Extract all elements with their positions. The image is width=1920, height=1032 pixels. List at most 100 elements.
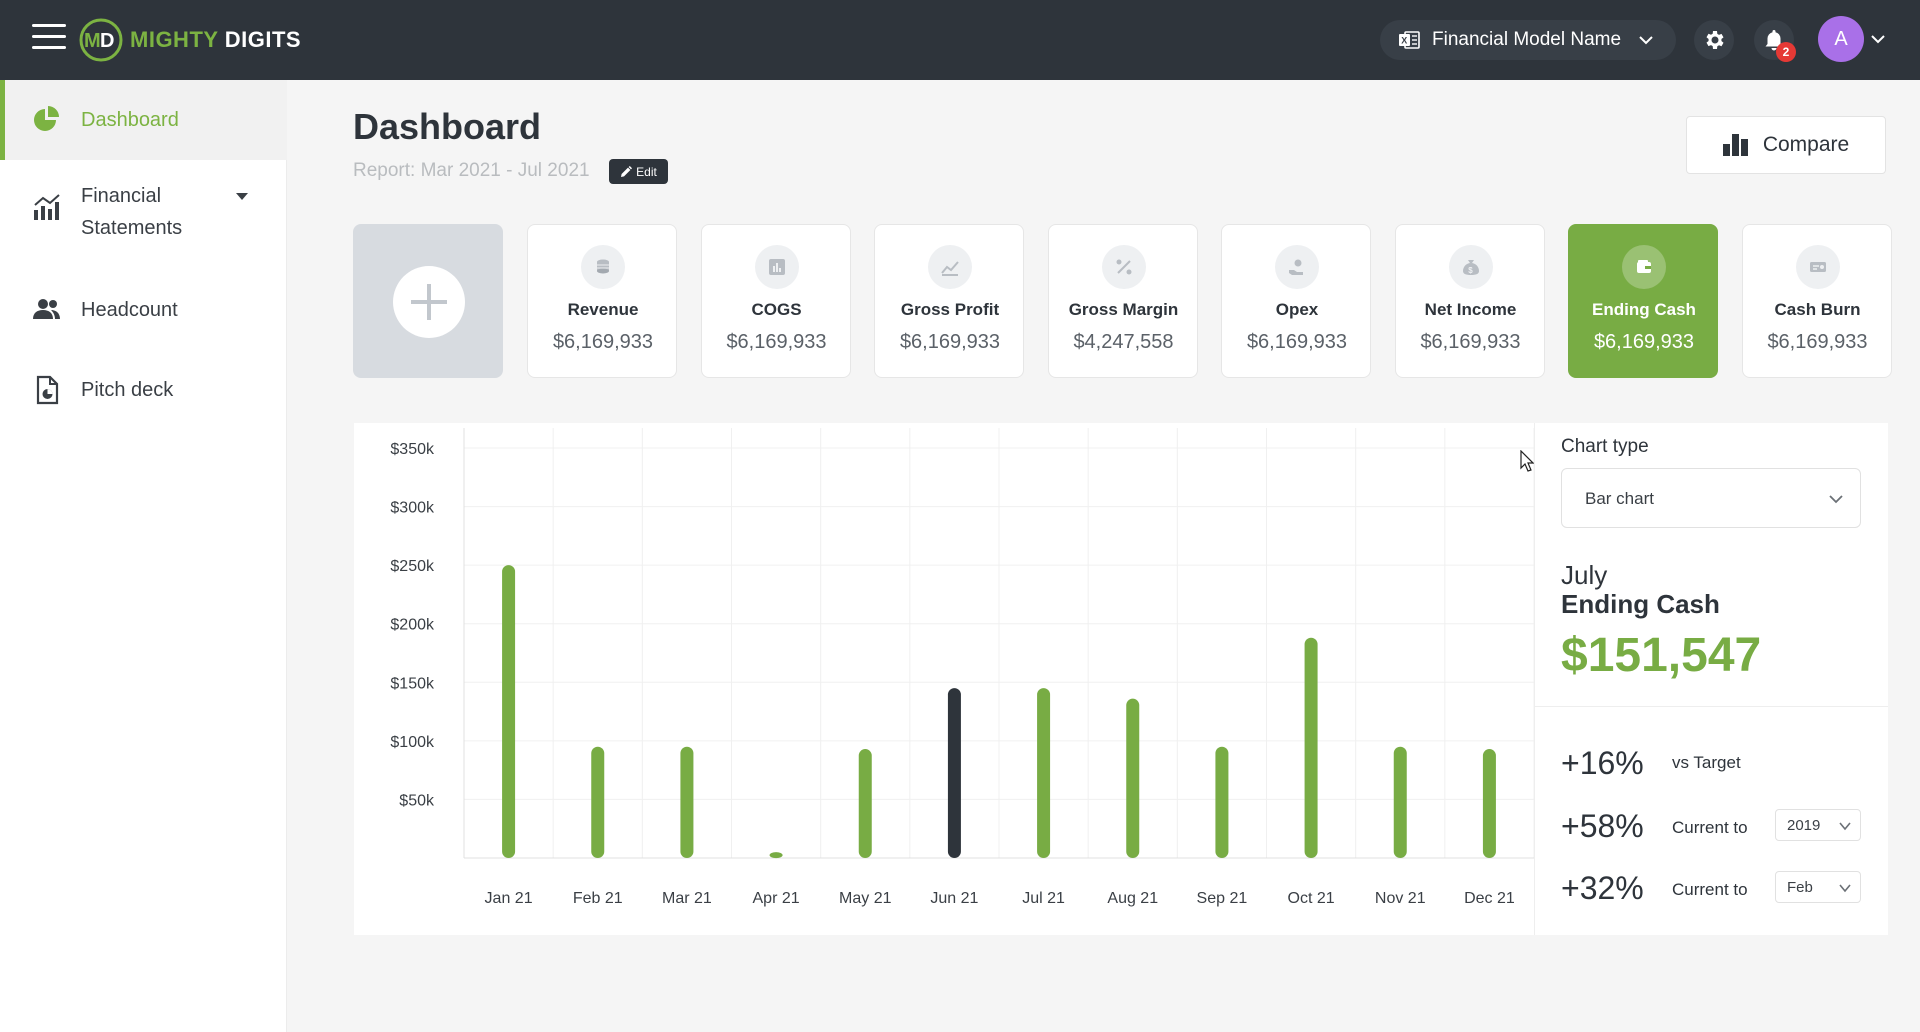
- bar-dec-21[interactable]: [1482, 749, 1496, 858]
- chevron-down-icon[interactable]: [1870, 32, 1886, 46]
- divider: [1535, 706, 1888, 707]
- chart-square-icon: [754, 245, 799, 289]
- y-tick-label: $150k: [390, 675, 435, 692]
- menu-icon[interactable]: [32, 24, 66, 54]
- y-tick-label: $50k: [399, 792, 435, 809]
- brand-name-part2: DIGITS: [218, 27, 302, 52]
- x-tick-label: Oct 21: [1288, 890, 1335, 907]
- metric-card-gross-margin[interactable]: Gross Margin $4,247,558: [1047, 224, 1198, 378]
- pencil-icon: [621, 165, 633, 177]
- chevron-down-icon: [1639, 36, 1653, 45]
- logo-icon: M D: [79, 18, 123, 62]
- metric-card-name: Gross Profit: [900, 300, 1000, 319]
- metric-card-name: Gross Margin: [1068, 300, 1179, 319]
- sidebar-item-headcount[interactable]: Headcount: [0, 287, 287, 337]
- bar-aug-21[interactable]: [1126, 698, 1140, 858]
- avatar[interactable]: A: [1818, 16, 1864, 62]
- metric-card-value: $6,169,933: [1420, 331, 1521, 353]
- coins-icon: [581, 245, 625, 289]
- comparison-month-select[interactable]: Feb: [1775, 871, 1861, 903]
- y-tick-label: $350k: [390, 441, 435, 458]
- metric-card-name: Opex: [1275, 300, 1319, 319]
- metric-card-name: Net Income: [1424, 300, 1517, 319]
- comparison-percent: +16%: [1561, 745, 1644, 781]
- metric-card-revenue[interactable]: Revenue $6,169,933: [527, 224, 677, 378]
- chart-type-label: Chart type: [1561, 436, 1649, 457]
- metric-card-opex[interactable]: Opex $6,169,933: [1221, 224, 1371, 378]
- bar-feb-21[interactable]: [591, 746, 605, 858]
- metric-card-name: COGS: [751, 300, 802, 319]
- metric-card-cash-burn[interactable]: Cash Burn $6,169,933: [1741, 224, 1892, 378]
- chart-type-value: Bar chart: [1585, 489, 1654, 508]
- x-tick-label: Jan 21: [485, 890, 533, 907]
- plus-icon: [393, 266, 465, 338]
- bar-jun-21[interactable]: [947, 688, 961, 858]
- x-tick-label: Jun 21: [930, 890, 978, 907]
- excel-file-icon: X: [1399, 31, 1420, 49]
- x-tick-label: Sep 21: [1197, 890, 1248, 907]
- metric-card-net-income[interactable]: $ Net Income $6,169,933: [1394, 224, 1545, 378]
- wallet-icon: [1622, 245, 1666, 289]
- metric-card-cogs[interactable]: COGS $6,169,933: [700, 224, 851, 378]
- comparison-percent: +58%: [1561, 808, 1644, 844]
- metric-card-value: $6,169,933: [1767, 331, 1868, 353]
- brand-name-part1: MIGHTY: [130, 27, 219, 52]
- comparison-label: Current to: [1672, 880, 1748, 899]
- svg-text:X: X: [1401, 36, 1407, 46]
- sidebar-item-dashboard[interactable]: Dashboard: [0, 80, 287, 160]
- svg-text:$: $: [1468, 266, 1473, 275]
- comparison-label: Current to: [1672, 818, 1748, 837]
- x-tick-label: Feb 21: [573, 890, 623, 907]
- x-tick-label: Dec 21: [1464, 890, 1515, 907]
- svg-text:D: D: [100, 30, 114, 52]
- metric-card-name: Ending Cash: [1592, 300, 1696, 319]
- report-range: Report: Mar 2021 - Jul 2021: [353, 160, 590, 181]
- chevron-down-icon: [1829, 495, 1843, 504]
- bar-chart-icon: [34, 194, 60, 220]
- metric-card-value: $6,169,933: [726, 331, 827, 353]
- bar-oct-21[interactable]: [1304, 637, 1318, 858]
- document-icon: [36, 375, 59, 405]
- bar-apr-21[interactable]: [769, 852, 783, 859]
- metric-card-name: Cash Burn: [1774, 300, 1861, 319]
- comparison-label: vs Target: [1672, 753, 1741, 772]
- chart-type-select[interactable]: Bar chart: [1561, 468, 1861, 528]
- pie-chart-icon: [34, 106, 59, 131]
- y-tick-label: $250k: [390, 558, 435, 575]
- x-tick-label: Jul 21: [1022, 890, 1065, 907]
- bar-chart: $50k $100k $150k $200k $250k $300k $350k Jan 21…: [390, 428, 1534, 907]
- sidebar-item-label: Headcount: [81, 299, 178, 321]
- compare-label: Compare: [1762, 133, 1850, 156]
- caret-down-icon[interactable]: [235, 192, 249, 202]
- bar-jan-21[interactable]: [502, 565, 516, 858]
- x-tick-label: Aug 21: [1107, 890, 1158, 907]
- money-bag-icon: $: [1448, 245, 1493, 289]
- logo: M D MIGHTY DIGITS: [78, 17, 301, 63]
- edit-report-button[interactable]: Edit: [609, 159, 668, 184]
- percent-icon: [1101, 245, 1146, 289]
- y-tick-label: $100k: [390, 734, 435, 751]
- x-tick-label: Mar 21: [662, 890, 712, 907]
- people-icon: [33, 299, 60, 319]
- add-metric-card[interactable]: [353, 224, 503, 378]
- sidebar-item-pitch-deck[interactable]: Pitch deck: [0, 367, 287, 417]
- bar-chart-icon: [1722, 134, 1748, 156]
- compare-button[interactable]: Compare: [1686, 116, 1886, 174]
- financial-model-select[interactable]: X Financial Model Name: [1380, 20, 1676, 60]
- bar-sep-21[interactable]: [1215, 746, 1229, 858]
- settings-button[interactable]: [1694, 20, 1734, 60]
- bar-nov-21[interactable]: [1393, 746, 1407, 858]
- hand-coin-icon: [1275, 245, 1319, 289]
- bar-may-21[interactable]: [858, 749, 872, 858]
- gear-icon: [1706, 31, 1724, 49]
- selected-value: $151,547: [1561, 629, 1762, 682]
- chevron-down-icon: [1839, 822, 1851, 831]
- metric-card-value: $4,247,558: [1073, 331, 1174, 353]
- metric-card-ending-cash[interactable]: Ending Cash $6,169,933: [1568, 224, 1718, 378]
- metric-card-gross-profit[interactable]: Gross Profit $6,169,933: [874, 224, 1024, 378]
- bar-mar-21[interactable]: [680, 746, 694, 858]
- comparison-year-select[interactable]: 2019: [1775, 809, 1861, 841]
- sidebar-item-financial-statements[interactable]: Financial Statements: [0, 180, 287, 246]
- selected-month: July: [1561, 560, 1608, 590]
- bar-jul-21[interactable]: [1037, 688, 1051, 858]
